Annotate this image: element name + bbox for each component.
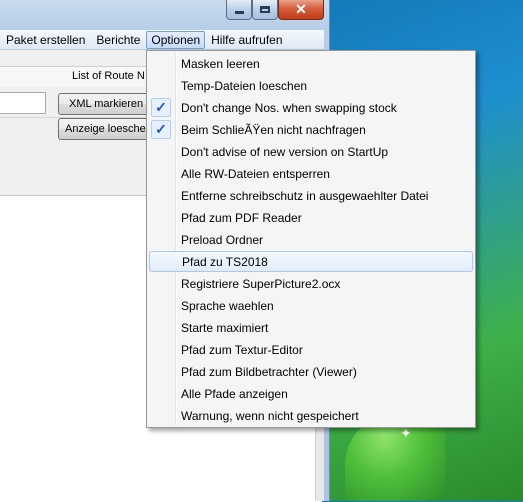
maximize-button[interactable]: [252, 0, 278, 20]
menu-item-label: Masken leeren: [181, 56, 260, 71]
menu-hilfe-aufrufen[interactable]: Hilfe aufrufen: [206, 31, 287, 49]
menu-item-1[interactable]: Temp-Dateien loeschen: [149, 75, 473, 96]
menu-paket-erstellen[interactable]: Paket erstellen: [0, 31, 90, 49]
menu-item-label: Don't advise of new version on StartUp: [181, 144, 389, 159]
close-button[interactable]: ✕: [278, 0, 324, 20]
optionen-dropdown-menu: Masken leeren Temp-Dateien loeschen ✓ Don't…: [146, 50, 476, 428]
menu-item-13[interactable]: Pfad zum Textur-Editor: [149, 339, 473, 360]
menu-item-9[interactable]: Pfad zu TS2018: [149, 251, 473, 272]
menu-item-label: Starte maximiert: [181, 320, 269, 335]
checkmark-icon: ✓: [151, 98, 171, 117]
menu-item-label: Beim SchlieÃŸen nicht nachfragen: [181, 122, 366, 137]
menu-item-label: Temp-Dateien loeschen: [181, 78, 308, 93]
menu-item-14[interactable]: Pfad zum Bildbetrachter (Viewer): [149, 361, 473, 382]
minimize-icon: [234, 11, 244, 14]
menu-item-3[interactable]: ✓ Beim SchlieÃŸen nicht nachfragen: [149, 119, 473, 140]
maximize-icon: [260, 6, 270, 13]
menu-item-label: Registriere SuperPicture2.ocx: [181, 276, 341, 291]
menu-berichte[interactable]: Berichte: [91, 31, 145, 49]
xml-markieren-button[interactable]: XML markieren: [58, 93, 156, 115]
menu-item-4[interactable]: Don't advise of new version on StartUp: [149, 141, 473, 162]
menu-item-label: Pfad zum Textur-Editor: [181, 342, 303, 357]
menu-item-2[interactable]: ✓ Don't change Nos. when swapping stock: [149, 97, 473, 118]
route-list-label: List of Route N: [72, 70, 145, 82]
checkmark-icon: ✓: [151, 120, 171, 139]
menu-item-5[interactable]: Alle RW-Dateien entsperren: [149, 163, 473, 184]
menu-item-label: Warnung, wenn nicht gespeichert: [181, 408, 359, 423]
menu-optionen[interactable]: Optionen: [146, 30, 206, 49]
menu-item-label: Don't change Nos. when swapping stock: [181, 100, 397, 115]
minimize-button[interactable]: [226, 0, 252, 20]
menu-item-10[interactable]: Registriere SuperPicture2.ocx: [149, 273, 473, 294]
menu-item-label: Preload Ordner: [181, 232, 264, 247]
menu-item-label: Entferne schreibschutz in ausgewaehlter …: [181, 188, 429, 203]
menu-item-label: Alle Pfade anzeigen: [181, 386, 288, 401]
title-bar[interactable]: ✕: [0, 0, 330, 28]
menu-item-label: Pfad zum Bildbetrachter (Viewer): [181, 364, 357, 379]
menu-bar: Paket erstellen Berichte Optionen Hilfe …: [0, 30, 324, 50]
menu-item-11[interactable]: Sprache waehlen: [149, 295, 473, 316]
menu-item-6[interactable]: Entferne schreibschutz in ausgewaehlter …: [149, 185, 473, 206]
menu-item-12[interactable]: Starte maximiert: [149, 317, 473, 338]
menu-item-0[interactable]: Masken leeren: [149, 53, 473, 74]
menu-item-7[interactable]: Pfad zum PDF Reader: [149, 207, 473, 228]
menu-item-15[interactable]: Alle Pfade anzeigen: [149, 383, 473, 404]
menu-item-8[interactable]: Preload Ordner: [149, 229, 473, 250]
anzeige-loeschen-button[interactable]: Anzeige loeschen: [58, 118, 156, 140]
text-input[interactable]: [0, 92, 46, 114]
menu-item-label: Sprache waehlen: [181, 298, 274, 313]
close-icon: ✕: [295, 1, 307, 17]
menu-item-label: Pfad zum PDF Reader: [181, 210, 302, 225]
menu-item-label: Pfad zu TS2018: [182, 254, 268, 269]
menu-item-16[interactable]: Warnung, wenn nicht gespeichert: [149, 405, 473, 426]
menu-item-label: Alle RW-Dateien entsperren: [181, 166, 330, 181]
